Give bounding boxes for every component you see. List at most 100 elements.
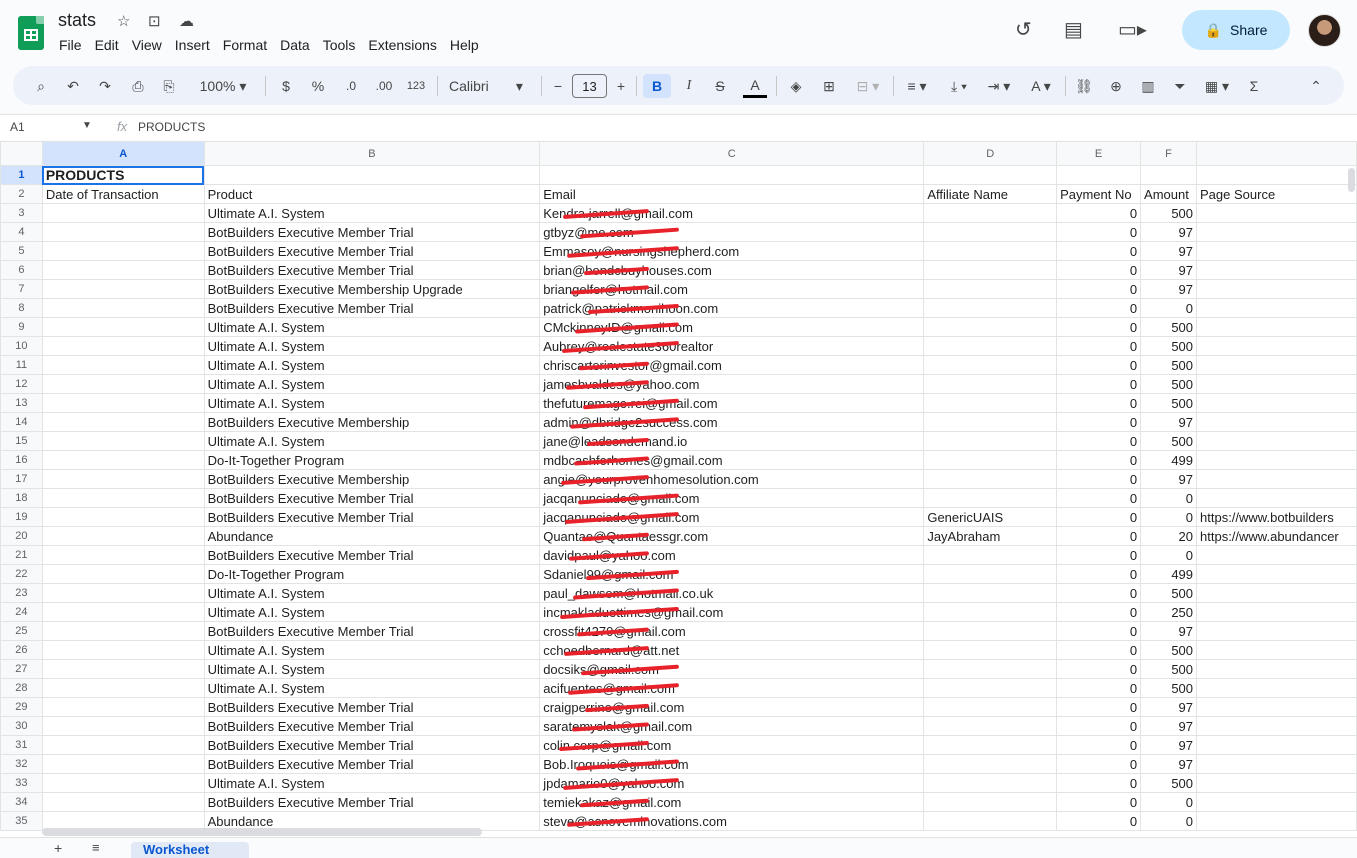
cell-a[interactable]: [41, 317, 205, 337]
cell-g[interactable]: Page Source: [1196, 184, 1357, 204]
search-icon[interactable]: ⌕: [31, 74, 51, 98]
cell-d[interactable]: [923, 773, 1058, 793]
cell-e[interactable]: 0: [1056, 602, 1142, 622]
cell-d[interactable]: [923, 754, 1058, 774]
row-header[interactable]: 5: [0, 241, 43, 261]
cell-g[interactable]: [1196, 678, 1357, 698]
cell-d[interactable]: GenericUAIS: [923, 507, 1058, 527]
cell-d[interactable]: [923, 697, 1058, 717]
cell-e[interactable]: 0: [1056, 716, 1142, 736]
row-header[interactable]: 20: [0, 526, 43, 546]
cell-a[interactable]: [41, 678, 205, 698]
cell-b[interactable]: BotBuilders Executive Membership Upgrade: [203, 279, 541, 299]
more-formats-button[interactable]: 123: [403, 74, 429, 98]
increase-decimal-button[interactable]: .00: [370, 74, 398, 98]
cell-g[interactable]: [1196, 317, 1357, 337]
cell-c[interactable]: jacqanunciado@gmail.com: [539, 488, 925, 508]
cell-d[interactable]: [923, 374, 1058, 394]
cell-a[interactable]: [41, 792, 205, 812]
cell-f[interactable]: 500: [1140, 203, 1198, 223]
cell-e[interactable]: 0: [1056, 811, 1142, 831]
cell-g[interactable]: [1196, 583, 1357, 603]
row-header[interactable]: 1: [0, 165, 43, 185]
cell-f[interactable]: 500: [1140, 431, 1198, 451]
cell-d[interactable]: [923, 621, 1058, 641]
cell-a[interactable]: Date of Transaction: [41, 184, 205, 204]
move-folder-icon[interactable]: ⊡: [148, 12, 161, 30]
cell-d[interactable]: [923, 640, 1058, 660]
cell-a[interactable]: [41, 602, 205, 622]
cell-d[interactable]: [923, 735, 1058, 755]
cell-e[interactable]: 0: [1056, 393, 1142, 413]
cell-f[interactable]: 0: [1140, 507, 1198, 527]
cell-b[interactable]: BotBuilders Executive Member Trial: [203, 716, 541, 736]
cell-e[interactable]: 0: [1056, 735, 1142, 755]
cell-b[interactable]: Ultimate A.I. System: [203, 355, 541, 375]
cell-b[interactable]: Ultimate A.I. System: [203, 374, 541, 394]
cell-f[interactable]: 500: [1140, 355, 1198, 375]
cell-g[interactable]: [1196, 792, 1357, 812]
cell-g[interactable]: [1196, 279, 1357, 299]
cell-e[interactable]: 0: [1056, 469, 1142, 489]
strikethrough-button[interactable]: S: [711, 74, 729, 98]
cell-g[interactable]: [1196, 203, 1357, 223]
cell-g[interactable]: https://www.botbuilders: [1196, 507, 1357, 527]
sheet-tab-worksheet[interactable]: Worksheet: [131, 842, 249, 858]
cell-d[interactable]: [923, 298, 1058, 318]
version-history-icon[interactable]: ↺: [1015, 17, 1032, 42]
cell-e[interactable]: 0: [1056, 526, 1142, 546]
percent-format-button[interactable]: %: [309, 74, 327, 98]
font-size-decrease-icon[interactable]: −: [551, 74, 565, 98]
cell-d[interactable]: [923, 564, 1058, 584]
cell-c[interactable]: thefuturemage.rei@gmail.com: [539, 393, 925, 413]
cell-d[interactable]: [923, 336, 1058, 356]
cell-f[interactable]: 97: [1140, 735, 1198, 755]
cell-e[interactable]: 0: [1056, 583, 1142, 603]
row-header[interactable]: 19: [0, 507, 43, 527]
cell-d[interactable]: [923, 355, 1058, 375]
cell-c[interactable]: Email: [539, 184, 925, 204]
cell-g[interactable]: [1196, 336, 1357, 356]
row-header[interactable]: 23: [0, 583, 43, 603]
font-size-increase-icon[interactable]: +: [614, 74, 628, 98]
cell-b[interactable]: Do-It-Together Program: [203, 450, 541, 470]
cell-a[interactable]: [41, 716, 205, 736]
cell-f[interactable]: 0: [1140, 811, 1198, 831]
cell-g[interactable]: [1196, 431, 1357, 451]
cell-a[interactable]: [41, 507, 205, 527]
cell-d[interactable]: [923, 602, 1058, 622]
cell-g[interactable]: [1196, 450, 1357, 470]
cell-a[interactable]: [41, 450, 205, 470]
column-header-f[interactable]: F: [1140, 141, 1198, 166]
cell-e[interactable]: 0: [1056, 507, 1142, 527]
decrease-decimal-button[interactable]: .0: [339, 74, 363, 98]
column-header-d[interactable]: D: [923, 141, 1058, 166]
row-header[interactable]: 25: [0, 621, 43, 641]
add-sheet-icon[interactable]: +: [54, 840, 62, 856]
cell-b[interactable]: BotBuilders Executive Member Trial: [203, 507, 541, 527]
paint-format-icon[interactable]: ⎘: [159, 74, 179, 98]
cell-f[interactable]: 500: [1140, 640, 1198, 660]
cell-b[interactable]: Ultimate A.I. System: [203, 659, 541, 679]
cell-f[interactable]: 97: [1140, 241, 1198, 261]
cell-f[interactable]: 0: [1140, 545, 1198, 565]
cell-d[interactable]: [923, 279, 1058, 299]
cell-f[interactable]: Amount: [1140, 184, 1198, 204]
cell-d[interactable]: [923, 317, 1058, 337]
cell-f[interactable]: 97: [1140, 697, 1198, 717]
cell-b[interactable]: Ultimate A.I. System: [203, 602, 541, 622]
cell-e[interactable]: 0: [1056, 203, 1142, 223]
row-header[interactable]: 10: [0, 336, 43, 356]
cell-e[interactable]: 0: [1056, 336, 1142, 356]
cell-e[interactable]: 0: [1056, 754, 1142, 774]
cell-d[interactable]: [923, 431, 1058, 451]
cell-d[interactable]: [923, 165, 1058, 185]
row-header[interactable]: 34: [0, 792, 43, 812]
cell-d[interactable]: [923, 488, 1058, 508]
cell-f[interactable]: 97: [1140, 621, 1198, 641]
cell-b[interactable]: BotBuilders Executive Member Trial: [203, 792, 541, 812]
row-header[interactable]: 24: [0, 602, 43, 622]
cell-d[interactable]: [923, 545, 1058, 565]
row-header[interactable]: 2: [0, 184, 43, 204]
text-wrapping-icon[interactable]: ⇥ ▾: [983, 74, 1015, 98]
